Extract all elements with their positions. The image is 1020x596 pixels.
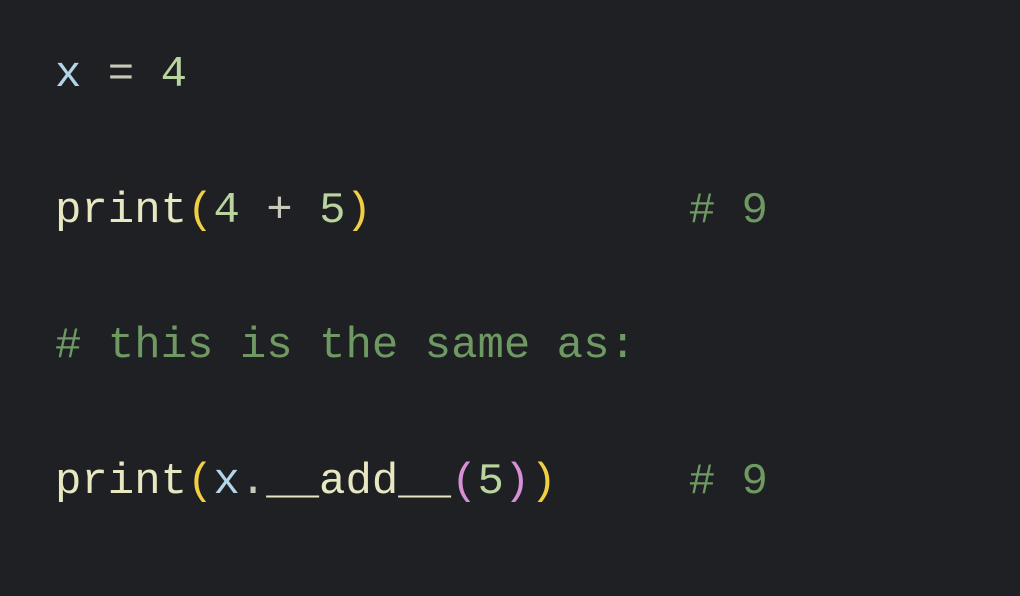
code-line-4: print(x.__add__(5)) # 9 [55,452,965,514]
method-token: __add__ [266,457,451,507]
comment-token: # this is the same as: [55,321,636,371]
variable-token: x [55,50,81,100]
number-token: 5 [478,457,504,507]
code-block: x = 4 print(4 + 5) # 9 # this is the sam… [55,45,965,513]
variable-token: x [213,457,239,507]
number-token: 5 [319,186,345,236]
operator-token: + [240,186,319,236]
code-line-2: print(4 + 5) # 9 [55,181,965,243]
paren-token: ) [530,457,556,507]
comment-token: # 9 [689,186,768,236]
paren-token: ) [345,186,371,236]
function-token: print [55,457,187,507]
padding [372,186,689,236]
paren-token: ) [504,457,530,507]
paren-token: ( [187,186,213,236]
padding [557,457,689,507]
code-line-3: # this is the same as: [55,316,965,378]
paren-token: ( [187,457,213,507]
comment-token: # 9 [689,457,768,507]
function-token: print [55,186,187,236]
paren-token: ( [451,457,477,507]
code-line-1: x = 4 [55,45,965,107]
number-token: 4 [161,50,187,100]
operator-token: = [81,50,160,100]
punct-token: . [240,457,266,507]
number-token: 4 [213,186,239,236]
